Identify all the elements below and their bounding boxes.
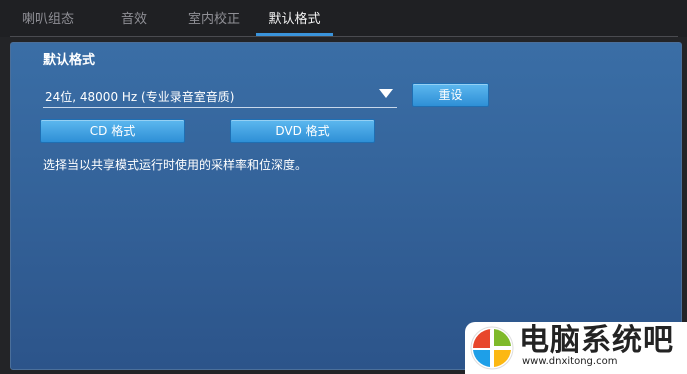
format-dropdown[interactable]: 24位, 48000 Hz (专业录音室音质) <box>43 85 397 108</box>
dropdown-arrow-icon[interactable] <box>379 89 393 98</box>
panel-title: 默认格式 <box>43 53 96 68</box>
dvd-format-button[interactable]: DVD 格式 <box>230 119 375 143</box>
format-description: 选择当以共享模式运行时使用的采样率和位深度。 <box>43 158 308 172</box>
tab-room-correction[interactable]: 室内校正 <box>180 0 248 36</box>
tab-divider <box>10 36 678 37</box>
tab-bar: 喇叭组态 音效 室内校正 默认格式 <box>0 0 687 37</box>
tab-default-format[interactable]: 默认格式 <box>256 0 333 36</box>
default-format-panel: 默认格式 24位, 48000 Hz (专业录音室音质) 重设 CD 格式 DV… <box>10 42 682 370</box>
format-dropdown-value: 24位, 48000 Hz (专业录音室音质) <box>45 90 235 104</box>
cd-format-button[interactable]: CD 格式 <box>40 119 185 143</box>
audio-settings-window: 喇叭组态 音效 室内校正 默认格式 默认格式 24位, 48000 Hz (专业… <box>0 0 687 374</box>
tab-sound-effects[interactable]: 音效 <box>108 0 160 36</box>
site-watermark: 电脑系统吧 www.dnxitong.com <box>465 322 687 374</box>
watermark-url: www.dnxitong.com <box>522 356 618 367</box>
reset-button[interactable]: 重设 <box>412 83 489 107</box>
watermark-text: 电脑系统吧 <box>519 323 674 358</box>
windows-logo-icon <box>470 326 514 370</box>
tab-speaker-config[interactable]: 喇叭组态 <box>16 0 80 36</box>
